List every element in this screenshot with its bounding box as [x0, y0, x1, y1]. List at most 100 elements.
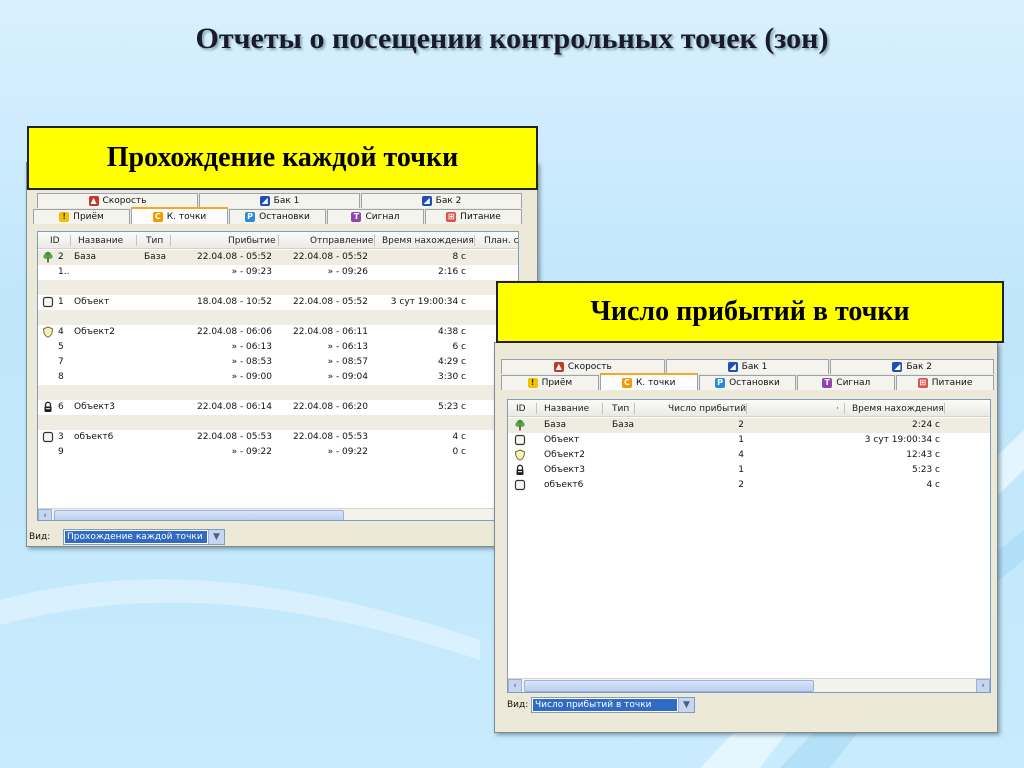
square-icon — [514, 479, 526, 491]
table-row[interactable]: Объект2 4 12:43 с — [508, 448, 990, 463]
tab-label: Скорость — [567, 362, 612, 372]
row-arrival-cell: 22.04.08 - 06:06 — [197, 327, 272, 337]
row-id-cell: 3 — [58, 432, 64, 442]
row-arrival-cell: » - 08:53 — [231, 357, 272, 367]
table-row[interactable] — [38, 415, 518, 430]
horizontal-scrollbar[interactable]: ‹ — [38, 508, 518, 520]
tab-signal[interactable]: T Сигнал — [327, 209, 424, 224]
row-name-cell: Объект3 — [544, 465, 585, 475]
tab-tank-1[interactable]: ◢ Бак 1 — [199, 193, 360, 208]
column-header-type[interactable]: Тип — [612, 404, 629, 414]
column-header-duration[interactable]: Время нахождения — [852, 404, 944, 414]
tab-label: Сигнал — [836, 378, 871, 388]
row-name-cell: Объект2 — [544, 450, 585, 460]
tab-power[interactable]: ⊞ Питание — [425, 209, 522, 224]
row-duration-cell: 8 с — [452, 252, 466, 262]
table-row[interactable]: 7 » - 08:53 » - 08:57 4:29 с — [38, 355, 518, 370]
tab-speed[interactable]: ▲ Скорость — [37, 193, 198, 208]
tab-checkpoints[interactable]: C К. точки — [599, 373, 698, 390]
tank-icon: ◢ — [421, 196, 432, 206]
row-type-cell: База — [144, 252, 166, 262]
table-row[interactable]: 8 » - 09:00 » - 09:04 3:30 с — [38, 370, 518, 385]
column-header-name[interactable]: Название — [78, 236, 123, 246]
table-row[interactable]: 9 » - 09:22 » - 09:22 0 с — [38, 445, 518, 460]
row-id-cell: 4 — [58, 327, 64, 337]
row-duration-cell: 5:23 с — [437, 402, 466, 412]
tree-icon — [514, 419, 526, 431]
row-departure-cell: 22.04.08 - 05:52 — [293, 297, 368, 307]
table-row[interactable]: 2 База База 22.04.08 - 05:52 22.04.08 - 05:5… — [38, 250, 518, 265]
column-header-arrival[interactable]: Прибытие — [228, 236, 276, 246]
row-departure-cell: » - 08:57 — [327, 357, 368, 367]
column-header-dot[interactable]: · — [836, 404, 839, 414]
banner-each-point: Прохождение каждой точки — [27, 126, 538, 190]
tab-signal[interactable]: T Сигнал — [797, 375, 896, 390]
table-row[interactable]: Объект 1 3 сут 19:00:34 с — [508, 433, 990, 448]
horizontal-scrollbar[interactable]: ‹ › — [508, 678, 990, 692]
tab-tank-2[interactable]: ◢ Бак 2 — [830, 359, 995, 374]
column-header-id[interactable]: ID — [516, 404, 526, 414]
column-header-plan[interactable]: План. с — [484, 236, 518, 246]
table-row[interactable]: 1.. » - 09:23 » - 09:26 2:16 с — [38, 265, 518, 280]
tab-checkpoints[interactable]: C К. точки — [131, 207, 228, 224]
row-duration-cell: 3 сут 19:00:34 с — [864, 435, 940, 445]
column-header-id[interactable]: ID — [50, 236, 60, 246]
tab-label: Бак 1 — [741, 362, 768, 372]
row-duration-cell: 4 с — [926, 480, 940, 490]
tab-power[interactable]: ⊞ Питание — [896, 375, 994, 390]
tab-stops[interactable]: P Остановки — [698, 375, 797, 390]
tab-label: Скорость — [102, 196, 147, 206]
column-header-name[interactable]: Название — [544, 404, 589, 414]
table-row[interactable] — [38, 310, 518, 325]
row-duration-cell: 3 сут 19:00:34 с — [390, 297, 466, 307]
parking-icon: P — [715, 378, 726, 388]
chevron-down-icon[interactable]: ▼ — [208, 530, 224, 544]
table-row[interactable]: 5 » - 06:13 » - 06:13 6 с — [38, 340, 518, 355]
table-row[interactable]: 1 Объект 18.04.08 - 10:52 22.04.08 - 05:52 3… — [38, 295, 518, 310]
scroll-thumb[interactable] — [54, 510, 344, 520]
tab-stops[interactable]: P Остановки — [229, 209, 326, 224]
row-arrival-cell: 22.04.08 - 05:53 — [197, 432, 272, 442]
tab-speed[interactable]: ▲ Скорость — [501, 359, 665, 374]
scroll-left-icon[interactable]: ‹ — [38, 509, 52, 520]
column-header-departure[interactable]: Отправление — [310, 236, 373, 246]
report-window-arrivals-count: ▲ Скорость ◢ Бак 1 ◢ Бак 2 ! Приём C К. точки… — [494, 342, 998, 733]
tab-label: Приём — [73, 212, 104, 222]
tab-reception[interactable]: ! Приём — [501, 375, 599, 390]
row-arrivals-count-cell: 1 — [738, 435, 744, 445]
row-id-cell: 9 — [58, 447, 64, 457]
scroll-right-icon[interactable]: › — [976, 679, 990, 692]
arrivals-table: ID Название Тип Число прибытий · Время н… — [507, 399, 991, 693]
row-arrivals-count-cell: 2 — [738, 420, 744, 430]
table-row[interactable]: База База 2 2:24 с — [508, 418, 990, 433]
row-arrival-cell: 22.04.08 - 05:52 — [197, 252, 272, 262]
table-row[interactable]: объект6 2 4 с — [508, 478, 990, 493]
checkpoint-table: ID Название Тип Прибытие Отправление Вре… — [37, 231, 519, 521]
slide-title: Отчеты о посещении контрольных точек (зо… — [195, 22, 829, 55]
row-departure-cell: » - 06:13 — [327, 342, 368, 352]
row-departure-cell: » - 09:04 — [327, 372, 368, 382]
lock-icon — [42, 401, 54, 413]
chevron-down-icon[interactable]: ▼ — [678, 698, 694, 712]
tab-reception[interactable]: ! Приём — [33, 209, 130, 224]
view-label: Вид: — [29, 532, 51, 542]
table-row[interactable] — [38, 385, 518, 400]
scroll-thumb[interactable] — [524, 680, 814, 692]
tab-tank-1[interactable]: ◢ Бак 1 — [665, 359, 830, 374]
table-row[interactable]: Объект3 1 5:23 с — [508, 463, 990, 478]
table-row[interactable]: 4 Объект2 22.04.08 - 06:06 22.04.08 - 06:11… — [38, 325, 518, 340]
row-type-cell: База — [612, 420, 634, 430]
table-row[interactable]: 3 объект6 22.04.08 - 05:53 22.04.08 - 05:53… — [38, 430, 518, 445]
view-select[interactable]: Прохождение каждой точки ▼ — [63, 529, 225, 545]
column-header-duration[interactable]: Время нахождения — [382, 236, 474, 246]
column-header-type[interactable]: Тип — [146, 236, 163, 246]
table-row[interactable] — [38, 280, 518, 295]
row-departure-cell: 22.04.08 - 05:52 — [293, 252, 368, 262]
view-select[interactable]: Число прибытий в точки ▼ — [531, 697, 695, 713]
scroll-left-icon[interactable]: ‹ — [508, 679, 522, 692]
column-header-arrivals-count[interactable]: Число прибытий — [668, 404, 746, 414]
speed-icon: ▲ — [553, 362, 564, 372]
table-row[interactable]: 6 Объект3 22.04.08 - 06:14 22.04.08 - 06:20… — [38, 400, 518, 415]
tab-tank-2[interactable]: ◢ Бак 2 — [361, 193, 522, 208]
row-duration-cell: 2:24 с — [911, 420, 940, 430]
